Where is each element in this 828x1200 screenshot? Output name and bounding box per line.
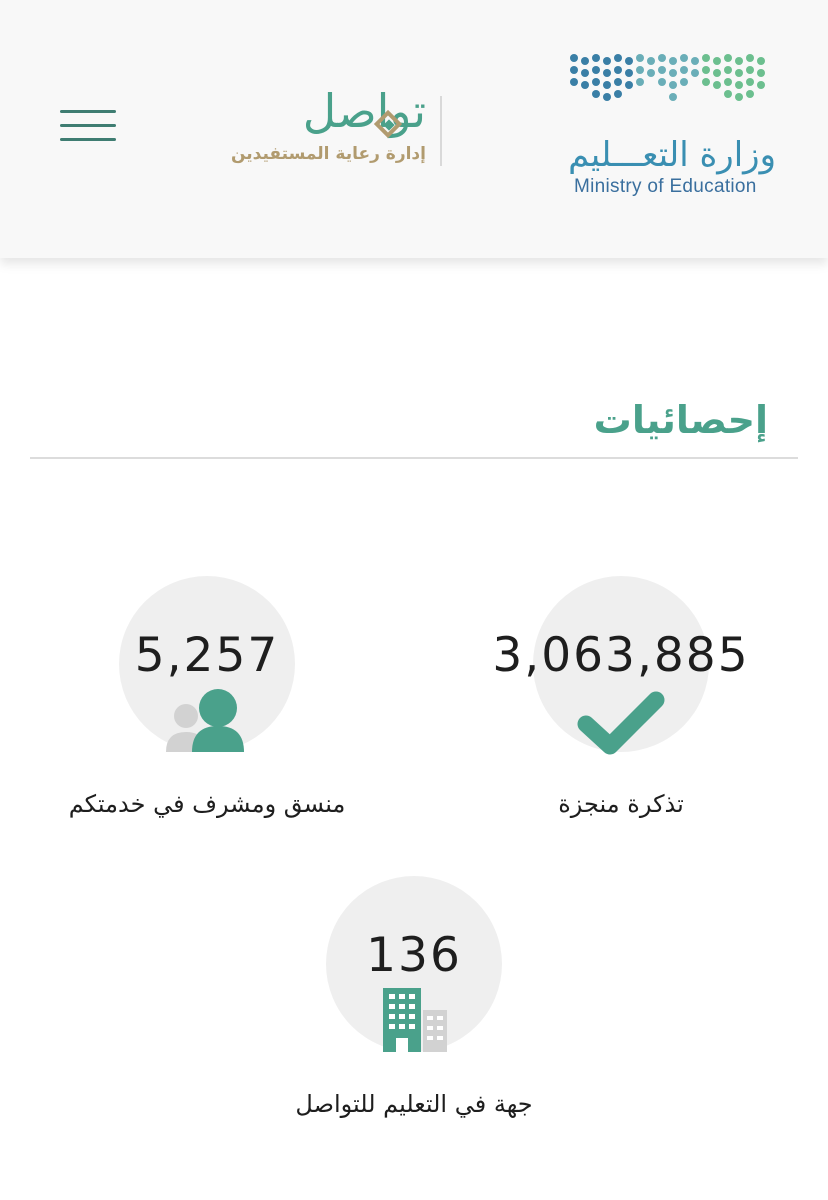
stat-label: تذكرة منجزة [558, 790, 684, 818]
tawasul-logo-subtitle: إدارة رعاية المستفيدين [230, 144, 426, 164]
logo-divider [440, 96, 442, 166]
stat-completed-tickets: 3,063,885 تذكرة منجزة [456, 576, 786, 836]
stat-value: 3,063,885 [492, 628, 750, 683]
ministry-name-ar: وزارة التعـــليم [568, 135, 776, 175]
tawasul-diamond-icon [373, 109, 403, 139]
hamburger-menu-icon[interactable] [60, 108, 118, 146]
stat-value: 136 [366, 928, 462, 983]
stat-value: 5,257 [134, 628, 280, 683]
ministry-name-en: Ministry of Education [574, 176, 757, 197]
ministry-dots-icon [570, 54, 765, 101]
stat-coordinators: 5,257 منسق ومشرف في خدمتكم [42, 576, 372, 836]
tawasul-logo[interactable]: تواصل إدارة رعاية المستفيدين [231, 80, 448, 172]
users-icon [166, 689, 244, 752]
checkmark-icon [577, 691, 665, 755]
stat-entities: 136 جهة في التعليم للتواصل [249, 876, 579, 1136]
app-header: تواصل إدارة رعاية المستفيدين وزارة التعـ… [0, 0, 828, 258]
section-divider [30, 457, 798, 459]
stat-label: جهة في التعليم للتواصل [295, 1090, 533, 1118]
tawasul-logo-name: تواصل [302, 84, 426, 138]
ministry-logo[interactable]: وزارة التعـــليم Ministry of Education [566, 50, 776, 200]
building-icon [383, 988, 447, 1052]
stat-label: منسق ومشرف في خدمتكم [68, 790, 346, 818]
section-title-statistics: إحصائيات [593, 398, 768, 442]
